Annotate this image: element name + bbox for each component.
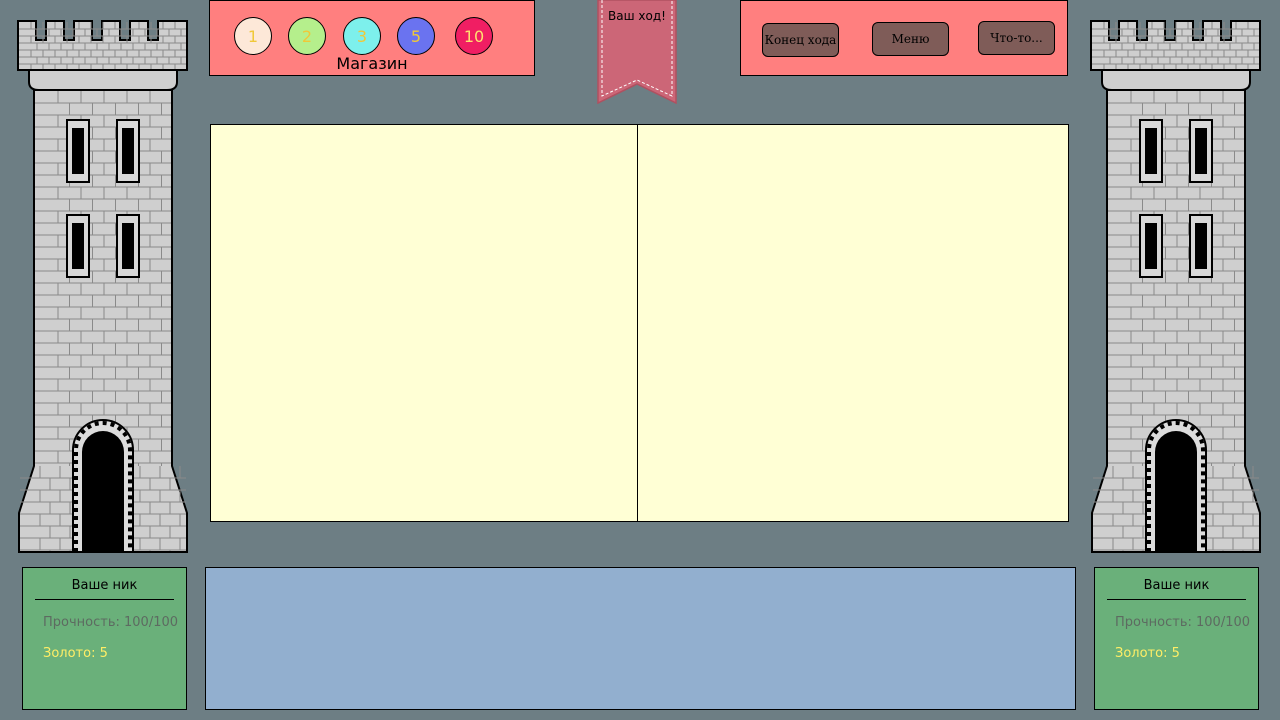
tower-door: [82, 431, 124, 552]
left-player-panel: Ваше ник Прочность: 100/100 Золото: 5: [22, 567, 187, 710]
coin-5-button[interactable]: 5: [397, 17, 435, 55]
actions-panel: Конец хода Меню Что-то...: [740, 0, 1068, 76]
left-player-durability: Прочность: 100/100: [43, 615, 179, 630]
right-player-panel: Ваше ник Прочность: 100/100 Золото: 5: [1094, 567, 1259, 710]
coin-3-button[interactable]: 3: [343, 17, 381, 55]
parapet: [1101, 69, 1251, 91]
right-player-durability: Прочность: 100/100: [1115, 615, 1251, 630]
opponent-board-half[interactable]: [638, 125, 1068, 521]
game-board: [210, 124, 1069, 522]
left-player-name: Ваше ник: [35, 578, 174, 600]
right-player-name: Ваше ник: [1107, 578, 1246, 600]
parapet: [28, 69, 178, 91]
coin-2-button[interactable]: 2: [288, 17, 326, 55]
message-log: [205, 567, 1076, 710]
right-player-gold: Золото: 5: [1115, 646, 1180, 661]
right-tower-image: [1090, 20, 1261, 553]
player-board-half[interactable]: [211, 125, 638, 521]
tower-door: [1155, 431, 1197, 552]
left-player-gold: Золото: 5: [43, 646, 108, 661]
something-button[interactable]: Что-то...: [978, 21, 1055, 55]
coin-1-button[interactable]: 1: [234, 17, 272, 55]
shop-title: Магазин: [336, 54, 408, 73]
end-turn-button[interactable]: Конец хода: [762, 23, 839, 57]
left-tower-image: [17, 20, 188, 553]
shop-panel: 1 2 3 5 10 Магазин: [209, 0, 535, 76]
turn-banner-text: Ваш ход!: [608, 9, 666, 23]
menu-button[interactable]: Меню: [872, 22, 949, 56]
coin-10-button[interactable]: 10: [455, 17, 493, 55]
